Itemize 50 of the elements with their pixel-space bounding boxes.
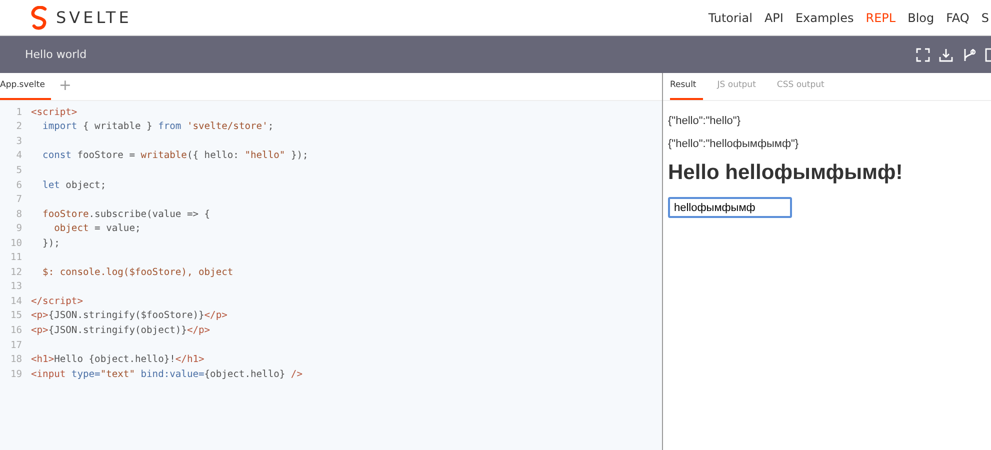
line-number: 17 [9, 340, 23, 351]
fullscreen-icon[interactable] [916, 48, 930, 62]
line-number: 12 [9, 266, 23, 278]
result-paragraph: {"hello":"hello"} [668, 115, 742, 127]
line-number: 2 [15, 121, 23, 132]
nav-link[interactable]: S [981, 10, 989, 24]
text-input[interactable]: helloфымфымф [668, 197, 792, 218]
line-number: 11 [9, 252, 23, 264]
nav-link[interactable]: REPL [866, 10, 896, 24]
nav-link[interactable]: Blog [908, 10, 934, 24]
line-number: 4 [15, 150, 23, 162]
nav-link[interactable]: Examples [795, 10, 854, 24]
code-line: </script> [31, 296, 83, 307]
code-line: <p>{JSON.stringify(object)}</p> [31, 324, 210, 336]
result-paragraph: {"hello":"helloфымфымф"} [668, 138, 800, 150]
line-number: 3 [15, 136, 23, 147]
nav-link[interactable]: Tutorial [708, 10, 752, 24]
fork-icon[interactable] [962, 48, 976, 62]
code-line: <p>{JSON.stringify($fooStore)}</p> [31, 310, 228, 322]
download-icon[interactable] [939, 48, 953, 62]
code-line: import { writable } from 'svelte/store'; [42, 121, 274, 132]
line-number: 10 [9, 238, 23, 249]
nav-link[interactable]: FAQ [946, 10, 970, 24]
line-number: 14 [9, 296, 23, 307]
logo-text: SVELTE [56, 8, 132, 27]
code-line: <h1>Hello {object.hello}!</h1> [31, 354, 204, 366]
line-number: 15 [9, 310, 23, 322]
code-line: let object; [42, 180, 106, 190]
line-number: 6 [15, 180, 23, 190]
result-heading: Hello helloфымфымф! [668, 161, 904, 185]
document-icon[interactable] [985, 48, 991, 62]
code-line: fooStore.subscribe(value => { [42, 208, 210, 220]
line-number: 13 [9, 281, 23, 292]
code-line: <script> [31, 106, 78, 118]
code-line: $: console.log($fooStore), object [42, 266, 234, 278]
line-number: 5 [15, 164, 23, 176]
code-line: const fooStore = writable({ hello: "hello" }); [42, 150, 308, 162]
code-line: }); [42, 238, 60, 249]
line-number: 16 [9, 324, 23, 336]
line-number: 18 [9, 354, 23, 366]
project-title[interactable]: Hello world [25, 48, 87, 61]
line-number: 8 [15, 208, 23, 220]
code-line: object = value; [53, 223, 141, 234]
line-number: 19 [9, 368, 23, 380]
line-number: 1 [15, 106, 23, 118]
code-line: <input type="text" bind:value={object.hello} /> [31, 368, 302, 380]
line-number: 7 [15, 194, 23, 206]
output-tab[interactable]: Result [670, 80, 704, 100]
line-number: 9 [15, 223, 23, 234]
nav-link[interactable]: API [764, 10, 784, 24]
